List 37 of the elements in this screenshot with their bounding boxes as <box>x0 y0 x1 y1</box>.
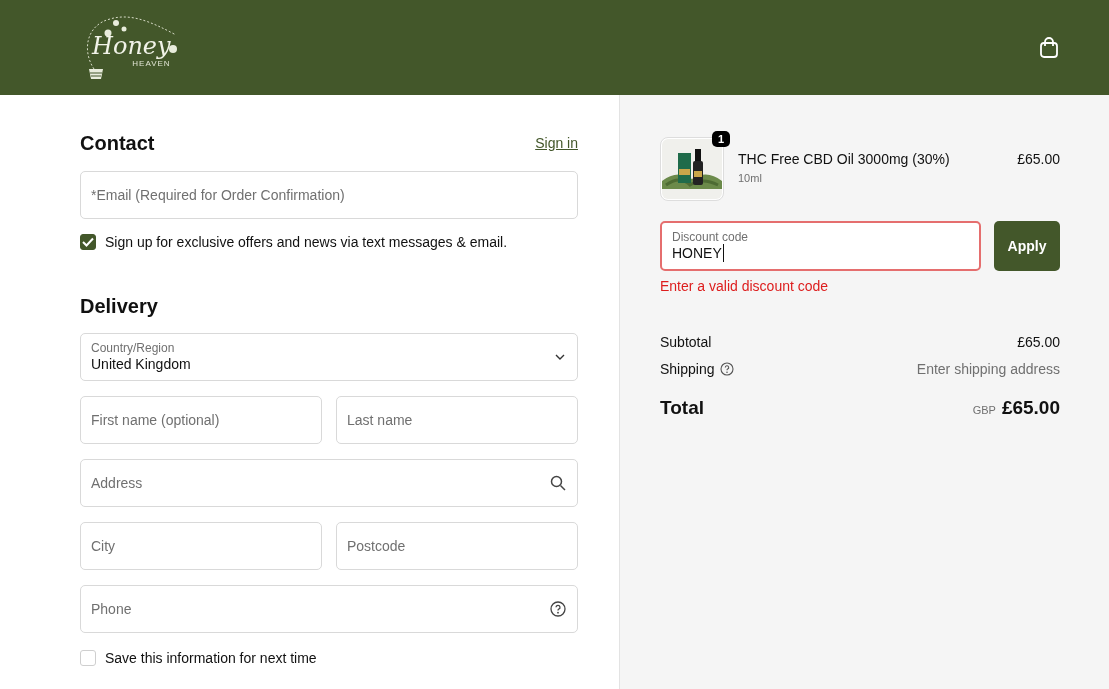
input-field[interactable]: City <box>80 522 322 570</box>
product-price: £65.00 <box>1017 150 1060 167</box>
logo-tagline: HEAVEN <box>132 58 171 68</box>
phone-field[interactable]: Phone <box>80 585 578 633</box>
country-select[interactable]: Country/Region United Kingdom <box>80 333 578 381</box>
section-heading: Contact <box>80 131 155 155</box>
total-amount: £65.00 <box>1001 397 1060 419</box>
email-field[interactable]: *Email (Required for Order Confirmation) <box>80 171 578 219</box>
product-name: THC Free CBD Oil 3000mg (30%) <box>738 151 951 167</box>
shopping-bag-icon <box>1039 36 1059 59</box>
summary-label: Subtotal <box>660 334 712 350</box>
section-heading: Delivery <box>80 294 159 318</box>
checkbox[interactable] <box>80 234 96 250</box>
apply-button[interactable]: Apply <box>994 221 1060 271</box>
input-field[interactable]: Last name <box>336 396 578 444</box>
summary-value: Enter shipping address <box>916 361 1060 377</box>
checkbox-label: Sign up for exclusive offers and news via text messages & email. <box>105 234 508 250</box>
check-icon <box>82 237 94 247</box>
address-field[interactable]: Address <box>80 459 578 507</box>
logo[interactable]: Honey HEAVEN <box>80 10 180 85</box>
product-variant: 10ml <box>738 172 763 184</box>
summary-label: Total <box>660 397 704 419</box>
chevron-down-icon <box>555 354 565 360</box>
help-icon <box>719 362 734 376</box>
summary-label: Shipping <box>660 361 715 377</box>
input-field[interactable]: Postcode <box>336 522 578 570</box>
sign-in-link[interactable]: Sign in <box>535 135 578 151</box>
quantity-badge: 1 <box>711 131 730 147</box>
logo-wordmark: Honey <box>92 32 171 59</box>
currency-code: GBP <box>972 404 996 416</box>
checkbox-label: Save this information for next time <box>105 650 317 666</box>
input-field[interactable]: First name (optional) <box>80 396 322 444</box>
search-icon <box>550 475 566 491</box>
help-icon <box>550 601 566 617</box>
error-message: Enter a valid discount code <box>660 278 830 294</box>
summary-value: £65.00 <box>1017 334 1060 350</box>
discount-code-field[interactable]: Discount code HONEY <box>660 221 981 271</box>
